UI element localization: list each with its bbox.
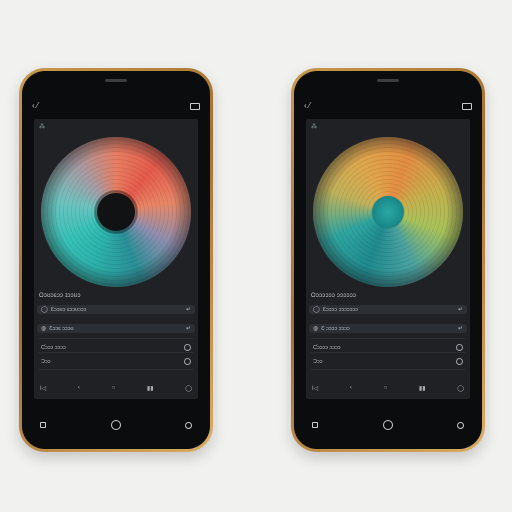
previous-icon[interactable]: ‹ <box>350 385 352 391</box>
settings-field[interactable]: ◯ Ɛɔɔɔɔ ɔɔɔɔɔɔɔ ↵ <box>309 305 467 314</box>
divider <box>311 369 465 370</box>
power-icon[interactable]: ◯ <box>185 385 192 392</box>
divider <box>39 338 193 339</box>
pause-icon[interactable]: ▮▮ <box>147 385 154 392</box>
phone-right: ‹ ⁄ ⁂ Oɔɔɔɔɔɔ ɔɔɔɔɔɔ ◯ Ɛɔɔɔɔ ɔɔɔɔɔɔɔ ↵ ◍ <box>291 68 485 452</box>
home-icon[interactable] <box>382 420 393 430</box>
power-icon[interactable]: ◯ <box>457 385 464 392</box>
back-icon[interactable] <box>457 421 464 429</box>
toggle-label: Ɔɔɔ <box>41 358 51 365</box>
field-label: Ɛɔɔɔɔ ɔɔɔɔɔɔɔ <box>322 306 358 313</box>
phone-screen: ‹ ⁄ ⁂ Oɔʊɔɛɔɔ ɪɔɔʊɔ ◯ Ɛɔɔʊɔ ɛɔɔʊɔɔɔ ↵ ◍ <box>22 71 210 449</box>
system-nav-bar <box>40 419 192 431</box>
earpiece-speaker <box>105 79 127 82</box>
field-label: Ɛɔɔɛ ɔɔɔʊ <box>49 325 74 332</box>
back-chevron-icon[interactable]: ‹ ⁄ <box>304 101 310 111</box>
loop-icon[interactable]: ○ <box>112 385 116 391</box>
battery-icon <box>462 102 472 110</box>
divider <box>311 352 465 353</box>
recents-icon[interactable] <box>40 422 46 428</box>
battery-icon <box>190 102 200 110</box>
home-icon[interactable] <box>110 420 121 430</box>
pause-icon[interactable]: ▮▮ <box>419 385 426 392</box>
enter-icon: ↵ <box>457 326 463 332</box>
back-icon[interactable] <box>185 421 192 429</box>
enter-icon: ↵ <box>185 326 191 332</box>
toggle-label: Ɔɔɔ <box>313 358 323 365</box>
section-title: Oɔʊɔɛɔɔ ɪɔɔʊɔ <box>39 293 81 299</box>
radio-icon: ◯ <box>313 307 320 313</box>
divider <box>39 352 193 353</box>
recents-icon[interactable] <box>312 422 318 428</box>
top-bar: ‹ ⁄ <box>304 99 472 113</box>
dot-icon: ◍ <box>41 326 47 332</box>
toggle-label: Ƈɔɔɔ ɔɔɔɔ <box>41 344 66 351</box>
section-title: Oɔɔɔɔɔɔ ɔɔɔɔɔɔ <box>311 293 357 299</box>
field-label: Ɛɔɔʊɔ ɛɔɔʊɔɔɔ <box>50 306 87 313</box>
dot-icon: ◍ <box>313 326 319 332</box>
screen-status-icon: ⁂ <box>311 124 317 130</box>
app-screen: ⁂ Oɔʊɔɛɔɔ ɪɔɔʊɔ ◯ Ɛɔɔʊɔ ɛɔɔʊɔɔɔ ↵ ◍ Ɛɔɔɛ… <box>34 119 198 399</box>
enter-icon: ↵ <box>185 307 191 313</box>
top-bar: ‹ ⁄ <box>32 99 200 113</box>
toggle-circle-icon[interactable] <box>456 344 463 351</box>
loop-icon[interactable]: ○ <box>384 385 388 391</box>
toggle-row[interactable]: Ɔɔɔ <box>309 357 467 366</box>
settings-field[interactable]: ◍ Ɛ ɔɔɔɔ ɔɔɔɔ ↵ <box>309 324 467 333</box>
toggle-row[interactable]: Ɔɔɔ <box>37 357 195 366</box>
toggle-label: Ƈɔɔɔɔ ɔɔɔɔ <box>313 344 341 351</box>
toggle-circle-icon[interactable] <box>184 344 191 351</box>
color-wheel-hub <box>372 196 404 228</box>
radio-icon: ◯ <box>41 307 48 313</box>
phone-left: ‹ ⁄ ⁂ Oɔʊɔɛɔɔ ɪɔɔʊɔ ◯ Ɛɔɔʊɔ ɛɔɔʊɔɔɔ ↵ ◍ <box>19 68 213 452</box>
color-wheel[interactable] <box>313 137 463 287</box>
toggle-circle-icon[interactable] <box>456 358 463 365</box>
app-screen: ⁂ Oɔɔɔɔɔɔ ɔɔɔɔɔɔ ◯ Ɛɔɔɔɔ ɔɔɔɔɔɔɔ ↵ ◍ Ɛ ɔ… <box>306 119 470 399</box>
toggle-circle-icon[interactable] <box>184 358 191 365</box>
skip-back-icon[interactable]: ǀ◁ <box>40 385 46 392</box>
divider <box>39 369 193 370</box>
playback-controls: ǀ◁ ‹ ○ ▮▮ ◯ <box>40 383 192 393</box>
divider <box>311 338 465 339</box>
back-chevron-icon[interactable]: ‹ ⁄ <box>32 101 38 111</box>
field-label: Ɛ ɔɔɔɔ ɔɔɔɔ <box>321 325 350 332</box>
color-wheel[interactable] <box>41 137 191 287</box>
phone-screen: ‹ ⁄ ⁂ Oɔɔɔɔɔɔ ɔɔɔɔɔɔ ◯ Ɛɔɔɔɔ ɔɔɔɔɔɔɔ ↵ ◍ <box>294 71 482 449</box>
toggle-row[interactable]: Ƈɔɔɔ ɔɔɔɔ <box>37 343 195 352</box>
screen-status-icon: ⁂ <box>39 124 45 130</box>
system-nav-bar <box>312 419 464 431</box>
toggle-row[interactable]: Ƈɔɔɔɔ ɔɔɔɔ <box>309 343 467 352</box>
settings-field[interactable]: ◯ Ɛɔɔʊɔ ɛɔɔʊɔɔɔ ↵ <box>37 305 195 314</box>
skip-back-icon[interactable]: ǀ◁ <box>312 385 318 392</box>
color-wheel-hub <box>97 193 135 231</box>
earpiece-speaker <box>377 79 399 82</box>
enter-icon: ↵ <box>457 307 463 313</box>
playback-controls: ǀ◁ ‹ ○ ▮▮ ◯ <box>312 383 464 393</box>
settings-field[interactable]: ◍ Ɛɔɔɛ ɔɔɔʊ ↵ <box>37 324 195 333</box>
previous-icon[interactable]: ‹ <box>78 385 80 391</box>
